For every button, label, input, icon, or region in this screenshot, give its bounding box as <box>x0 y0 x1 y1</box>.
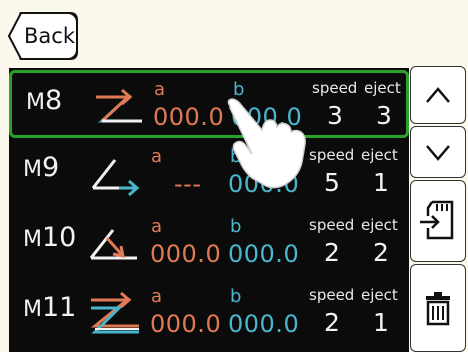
speed-label: speed <box>309 216 355 234</box>
eject-value: 2 <box>373 238 389 267</box>
speed-value: 5 <box>324 168 340 197</box>
list-item-m11[interactable]: M11 a 000.0 b 000.0 speed 2 eject 1 <box>9 280 409 348</box>
a-value: --- <box>174 170 202 198</box>
eject-label: eject <box>361 286 398 304</box>
sd-card-import-icon <box>420 200 454 240</box>
b-label: b <box>230 286 242 307</box>
chevron-down-icon <box>426 145 450 161</box>
scroll-down-button[interactable] <box>410 126 466 178</box>
list-item-m9[interactable]: M9 a --- b 000.0 speed 5 eject 1 <box>9 140 409 208</box>
mode-angle-icon <box>91 159 140 197</box>
a-label: a <box>151 216 163 237</box>
program-name: M8 <box>26 85 63 116</box>
program-name: M9 <box>23 152 60 183</box>
chevron-up-icon <box>426 87 450 103</box>
back-button[interactable]: Back <box>8 12 78 60</box>
back-label: Back <box>24 24 75 48</box>
a-value: 000.0 <box>153 103 225 131</box>
mode-z-shape-icon <box>96 88 142 123</box>
speed-value: 3 <box>327 101 343 130</box>
b-value: 000.0 <box>228 310 300 338</box>
eject-value: 1 <box>373 168 389 197</box>
eject-value: 3 <box>376 101 392 130</box>
list-item-m8[interactable]: M8 a 000.0 b 000.0 speed 3 eject 3 <box>9 70 409 138</box>
speed-label: speed <box>309 286 355 304</box>
a-label: a <box>154 79 166 100</box>
b-value: 000.0 <box>228 240 300 268</box>
delete-button[interactable] <box>410 264 466 352</box>
speed-value: 2 <box>324 238 340 267</box>
eject-label: eject <box>361 146 398 164</box>
speed-value: 2 <box>324 308 340 337</box>
speed-label: speed <box>309 146 355 164</box>
speed-label: speed <box>312 79 358 97</box>
import-button[interactable] <box>410 180 466 262</box>
hand-pointer-icon <box>227 98 306 189</box>
program-name: M11 <box>23 292 77 323</box>
eject-label: eject <box>364 79 401 97</box>
a-value: 000.0 <box>150 310 222 338</box>
mode-angle-arrow-icon <box>89 229 137 260</box>
list-item-m10[interactable]: M10 a 000.0 b 000.0 speed 2 eject 2 <box>9 210 409 278</box>
program-list: M8 a 000.0 b 000.0 speed 3 eject 3 M9 a … <box>9 68 409 352</box>
a-label: a <box>151 286 163 307</box>
b-label: b <box>230 216 242 237</box>
eject-value: 1 <box>373 308 389 337</box>
eject-label: eject <box>361 216 398 234</box>
trash-icon <box>426 292 450 326</box>
program-name: M10 <box>23 222 77 253</box>
a-value: 000.0 <box>150 240 222 268</box>
scroll-up-button[interactable] <box>410 66 466 124</box>
a-label: a <box>151 146 163 167</box>
mode-double-z-icon <box>90 291 139 334</box>
